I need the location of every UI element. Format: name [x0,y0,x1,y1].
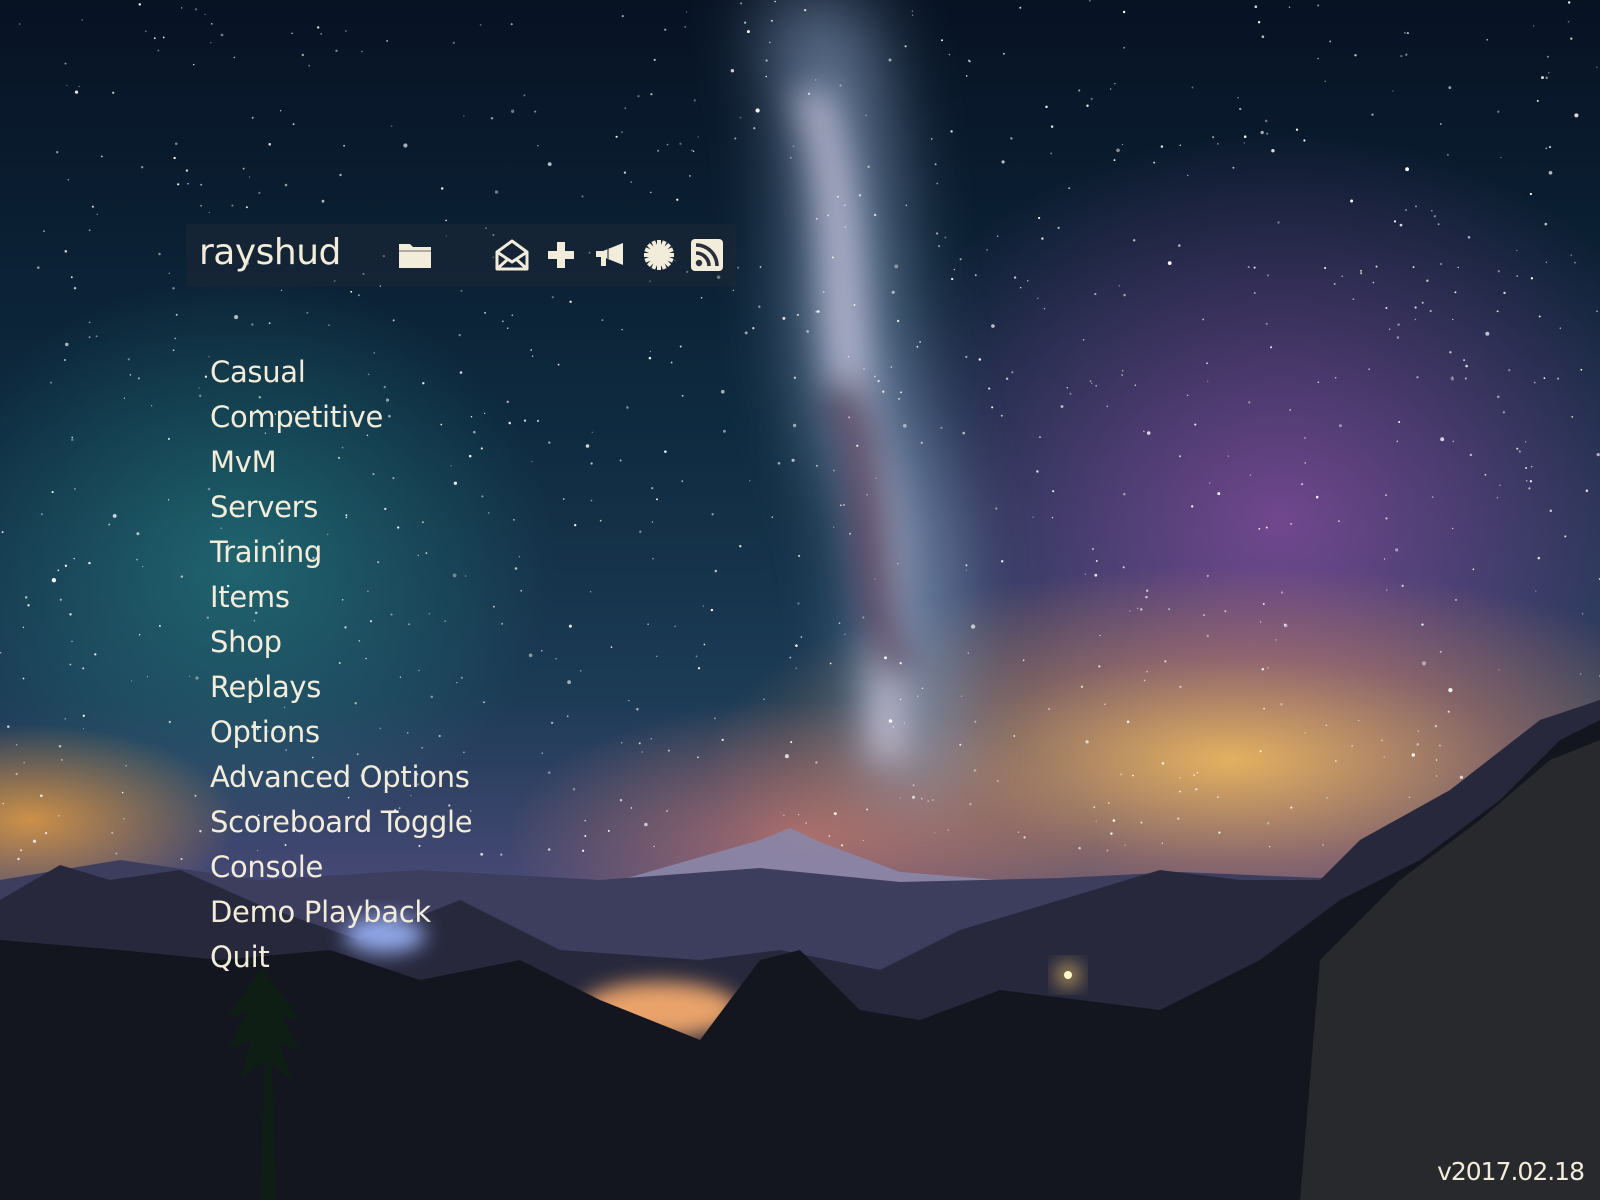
menu-item-casual[interactable]: Casual [210,350,472,395]
menu-item-shop[interactable]: Shop [210,620,472,665]
hud-title: rayshud [199,232,341,273]
megaphone-icon[interactable] [591,236,629,274]
menu-item-training[interactable]: Training [210,530,472,575]
menu-item-options[interactable]: Options [210,710,472,755]
main-menu-screen: rayshud Casual Competitive MvM Servers T… [0,0,1600,1200]
menu-item-replays[interactable]: Replays [210,665,472,710]
rss-icon[interactable] [688,236,726,274]
menu-item-scoreboard-toggle[interactable]: Scoreboard Toggle [210,800,473,845]
menu-item-console[interactable]: Console [210,845,472,890]
envelope-icon[interactable] [493,236,531,274]
menu-item-quit[interactable]: Quit [210,935,472,980]
main-menu-list: Casual Competitive MvM Servers Training … [210,350,473,980]
menu-item-advanced-options[interactable]: Advanced Options [210,755,472,800]
plus-icon[interactable] [542,236,580,274]
gear-icon[interactable] [640,236,678,274]
version-label: v2017.02.18 [1437,1157,1585,1186]
menu-item-demo-playback[interactable]: Demo Playback [210,890,472,935]
menu-item-items[interactable]: Items [210,575,472,620]
top-toolbar: rayshud [186,224,736,286]
folder-icon[interactable] [396,236,434,274]
menu-item-competitive[interactable]: Competitive [210,395,472,440]
menu-item-mvm[interactable]: MvM [210,440,472,485]
menu-item-servers[interactable]: Servers [210,485,472,530]
